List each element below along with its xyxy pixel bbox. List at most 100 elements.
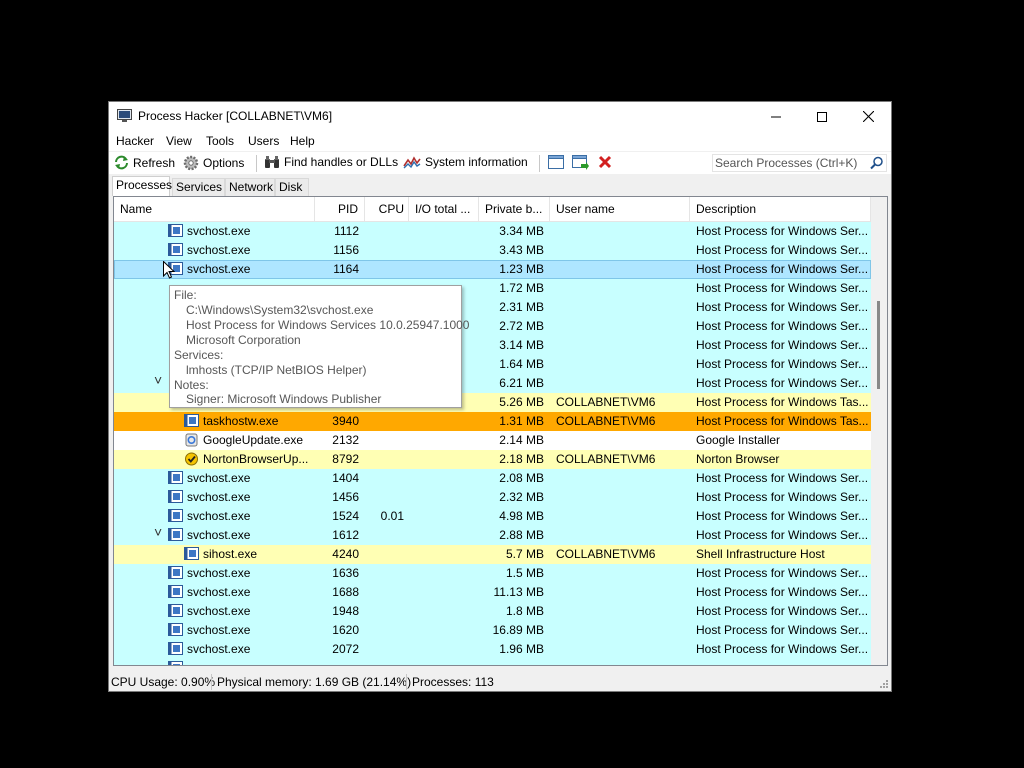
service-icon — [168, 528, 183, 541]
cell-description: Host Process for Windows Ser... — [696, 585, 868, 599]
options-button[interactable]: Options — [183, 155, 244, 171]
menu-hacker[interactable]: Hacker — [116, 134, 154, 148]
tooltip-service: lmhosts (TCP/IP NetBIOS Helper) — [186, 363, 367, 377]
cell-process-name: svchost.exe — [187, 604, 251, 618]
chevron-down-icon[interactable]: ˅ — [154, 525, 164, 539]
cell-private-bytes: 1.72 MB — [499, 281, 544, 295]
table-row[interactable]: ˅ svchost.exe 1612 2.88 MB Host Process for … — [114, 525, 871, 545]
cell-pid: 2132 — [332, 433, 359, 447]
table-row[interactable]: taskhostw.exe 3940 1.31 MB COLLABNET\VM6 Hos… — [114, 412, 871, 431]
cell-process-name — [187, 659, 309, 665]
cell-description: Shell Infrastructure Host — [696, 547, 825, 561]
minimize-button[interactable] — [753, 102, 799, 131]
menu-help[interactable]: Help — [290, 134, 315, 148]
menu-view[interactable]: View — [166, 134, 192, 148]
cell-private-bytes: 1.31 MB — [499, 414, 544, 428]
menu-bar: Hacker View Tools Users Help — [109, 131, 891, 151]
cell-description: Norton Browser — [696, 452, 780, 466]
table-row[interactable]: svchost.exe 1636 1.5 MB Host Process for Wi… — [114, 564, 871, 583]
table-row[interactable]: GoogleUpdate.exe 2132 2.14 MB Google Instal… — [114, 431, 871, 450]
tab-processes[interactable]: Processes — [112, 176, 172, 196]
scrollbar-thumb[interactable] — [877, 301, 880, 389]
process-tree-list[interactable]: Name PID CPU I/O total ... Private b... … — [113, 196, 888, 666]
tab-disk[interactable]: Disk — [275, 178, 309, 196]
cell-description: Host Process for Windows Ser... — [696, 319, 868, 333]
cell-user-name: COLLABNET\VM6 — [556, 414, 656, 428]
cell-pid — [315, 659, 359, 665]
column-header-description[interactable]: Description — [690, 197, 871, 221]
tab-network[interactable]: Network — [225, 178, 275, 196]
resize-grip-icon[interactable] — [879, 679, 889, 689]
maximize-button[interactable] — [799, 102, 845, 131]
cell-process-name: NortonBrowserUp... — [203, 452, 309, 466]
cell-cpu — [365, 564, 404, 583]
window-icon[interactable] — [548, 155, 564, 170]
chevron-down-icon[interactable]: ˅ — [154, 373, 164, 387]
window-go-icon[interactable] — [572, 155, 590, 171]
cell-description: Host Process for Windows Tas... — [696, 395, 868, 409]
table-row[interactable]: svchost.exe 1456 2.32 MB Host Process for W… — [114, 488, 871, 507]
table-row[interactable]: svchost.exe 1112 3.34 MB Host Process for W… — [114, 222, 871, 241]
tab-strip: Processes Services Network Disk — [109, 175, 891, 196]
cell-private-bytes: 1.64 MB — [499, 357, 544, 371]
search-icon[interactable] — [870, 156, 884, 170]
table-row[interactable]: svchost.exe 1688 11.13 MB Host Process for … — [114, 583, 871, 602]
service-icon — [168, 585, 183, 598]
refresh-label: Refresh — [133, 155, 176, 170]
system-information-icon — [403, 156, 421, 169]
options-label: Options — [203, 156, 245, 170]
menu-tools[interactable]: Tools — [206, 134, 234, 148]
cell-pid: 1948 — [332, 604, 359, 618]
menu-users[interactable]: Users — [248, 134, 279, 148]
cell-description: Host Process for Windows Tas... — [696, 414, 868, 428]
google-update-icon — [185, 433, 198, 447]
service-icon — [168, 623, 183, 636]
cell-process-name: sihost.exe — [203, 547, 258, 561]
cell-io-total — [409, 526, 473, 545]
toolbar-separator — [256, 155, 257, 172]
title-bar[interactable]: Process Hacker [COLLABNET\VM6] — [109, 102, 891, 131]
cell-cpu — [365, 640, 404, 659]
table-row[interactable]: svchost.exe 1404 2.08 MB Host Process for W… — [114, 469, 871, 488]
service-icon — [184, 414, 199, 427]
table-row[interactable]: svchost.exe 1524 0.01 4.98 MB Host Process f… — [114, 507, 871, 526]
column-header-io-total[interactable]: I/O total ... — [409, 197, 479, 221]
tooltip-services-label: Services: — [174, 348, 224, 362]
search-processes-input[interactable] — [715, 155, 865, 171]
cell-description: Host Process for Windows Ser... — [696, 471, 868, 485]
column-header-cpu[interactable]: CPU — [365, 197, 409, 221]
column-header-user-name[interactable]: User name — [550, 197, 690, 221]
window-title: Process Hacker [COLLABNET\VM6] — [138, 109, 333, 123]
find-handles-button[interactable]: Find handles or DLLs — [264, 155, 398, 169]
column-header-private-bytes[interactable]: Private b... — [479, 197, 550, 221]
close-button[interactable] — [845, 102, 891, 131]
status-separator — [211, 674, 212, 690]
cell-process-name: svchost.exe — [187, 585, 251, 599]
cell-io-total — [409, 241, 473, 260]
cell-io-total — [409, 469, 473, 488]
table-row[interactable]: NortonBrowserUp... 8792 2.18 MB COLLABNET\V… — [114, 450, 871, 469]
table-row[interactable]: svchost.exe 1620 16.89 MB Host Process for … — [114, 621, 871, 640]
cell-user-name: COLLABNET\VM6 — [556, 452, 656, 466]
cell-description: Host Process for Windows Ser... — [696, 376, 868, 390]
cell-user-name — [556, 279, 688, 298]
table-row[interactable]: sihost.exe 4240 5.7 MB COLLABNET\VM6 Shell I… — [114, 545, 871, 564]
cell-private-bytes: 1.8 MB — [505, 604, 544, 618]
column-header-name[interactable]: Name — [114, 197, 315, 221]
terminate-icon[interactable] — [598, 155, 612, 169]
cell-pid: 1456 — [332, 490, 359, 504]
table-row[interactable]: svchost.exe 1164 1.23 MB Host Process for W… — [114, 260, 871, 279]
table-row[interactable]: svchost.exe 1156 3.43 MB Host Process for W… — [114, 241, 871, 260]
cell-cpu: 0.01 — [380, 509, 404, 523]
refresh-button[interactable]: Refresh — [114, 155, 175, 170]
process-tooltip: File: C:\Windows\System32\svchost.exe Ho… — [169, 285, 469, 408]
table-row[interactable]: svchost.exe 2072 1.96 MB Host Process for W… — [114, 640, 871, 659]
tab-services[interactable]: Services — [172, 178, 225, 196]
column-header-pid[interactable]: PID — [315, 197, 365, 221]
cell-description: Host Process for Windows Ser... — [696, 490, 868, 504]
vertical-scrollbar[interactable] — [871, 197, 887, 665]
system-information-button[interactable]: System information — [403, 155, 528, 169]
cell-io-total — [409, 640, 473, 659]
table-row[interactable] — [114, 659, 871, 665]
table-row[interactable]: svchost.exe 1948 1.8 MB Host Process for Wi… — [114, 602, 871, 621]
